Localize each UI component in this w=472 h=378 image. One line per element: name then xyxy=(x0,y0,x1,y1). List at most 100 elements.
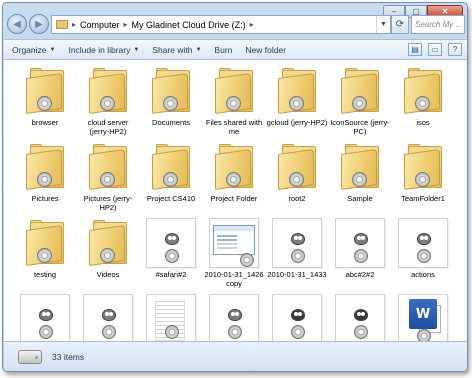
back-button[interactable]: ◀ xyxy=(7,14,27,34)
image-file-icon xyxy=(396,216,450,268)
address-bar[interactable]: ▸ Computer ▸ My Gladinet Cloud Drive (Z:… xyxy=(51,15,391,34)
folder-icon xyxy=(18,64,72,116)
view-controls: ▤ ▭ ? xyxy=(408,43,462,56)
address-row: – ▢ ✕ ◀ ▶ ▸ Computer ▸ My Gladinet Cloud… xyxy=(3,3,467,39)
folder-icon xyxy=(333,64,387,116)
cloud-disc-overlay-icon xyxy=(165,249,179,263)
folder-graphic xyxy=(341,144,381,190)
new-folder-button[interactable]: New folder xyxy=(245,45,286,55)
cloud-disc-overlay-icon xyxy=(291,249,305,263)
cloud-disc-overlay-icon xyxy=(352,96,367,111)
file-item[interactable] xyxy=(266,292,328,341)
address-history-dropdown[interactable]: ▼ xyxy=(376,16,390,33)
include-in-library-button[interactable]: Include in library ▼ xyxy=(68,45,139,55)
folder-item[interactable]: gcloud (jerry-HP2) xyxy=(266,64,328,138)
folder-item[interactable]: Pictures xyxy=(14,140,76,214)
folder-icon xyxy=(144,64,198,116)
item-label: browser xyxy=(31,118,59,127)
file-item[interactable]: abc#2#2 xyxy=(329,216,391,290)
item-label: Sample xyxy=(347,194,373,203)
search-box[interactable]: Search My ... ⚲ xyxy=(411,15,465,34)
folder-item[interactable]: Documents xyxy=(140,64,202,138)
breadcrumb-separator[interactable]: ▸ xyxy=(72,20,76,29)
breadcrumb-cloud-drive[interactable]: My Gladinet Cloud Drive (Z:) xyxy=(132,20,246,30)
file-item[interactable]: actions xyxy=(392,216,454,290)
folder-icon xyxy=(81,64,135,116)
folder-graphic xyxy=(89,144,129,190)
forward-arrow-icon: ▶ xyxy=(35,18,43,30)
cloud-disc-overlay-icon xyxy=(37,172,52,187)
status-bar: 33 items xyxy=(4,341,467,371)
folder-icon xyxy=(207,64,261,116)
cloud-disc-overlay-icon xyxy=(354,325,368,339)
file-item[interactable] xyxy=(77,292,139,341)
folder-item[interactable]: Videos xyxy=(77,216,139,290)
share-with-label: Share with xyxy=(152,44,193,55)
file-item[interactable]: #safari#2 xyxy=(140,216,202,290)
file-item[interactable]: 2010-01-31_1426 copy xyxy=(203,216,265,290)
share-with-button[interactable]: Share with ▼ xyxy=(152,45,201,55)
folder-item[interactable]: TeamFolder1 xyxy=(392,140,454,214)
folder-item[interactable]: isos xyxy=(392,64,454,138)
image-file-icon xyxy=(333,292,387,341)
file-view[interactable]: browser cloud server (jerry-HP2) Documents… xyxy=(4,60,467,341)
cloud-disc-overlay-icon xyxy=(37,96,52,111)
cloud-disc-overlay-icon xyxy=(289,172,304,187)
folder-graphic xyxy=(215,144,255,190)
folder-item[interactable]: Files shared with me xyxy=(203,64,265,138)
folder-item[interactable]: root2 xyxy=(266,140,328,214)
folder-icon xyxy=(18,216,72,268)
folder-icon xyxy=(333,140,387,192)
image-file-icon xyxy=(18,292,72,341)
item-label: abc#2#2 xyxy=(345,270,375,279)
file-item[interactable]: 2010-01-31_1433 xyxy=(266,216,328,290)
file-item[interactable] xyxy=(329,292,391,341)
folder-icon xyxy=(18,140,72,192)
cloud-disc-overlay-icon xyxy=(415,96,430,111)
file-item[interactable]: W xyxy=(392,292,454,341)
cloud-disc-overlay-icon xyxy=(291,325,305,339)
item-label: Videos xyxy=(96,270,120,279)
folder-item[interactable]: cloud server (jerry-HP2) xyxy=(77,64,139,138)
folder-graphic xyxy=(152,144,192,190)
file-item[interactable] xyxy=(140,292,202,341)
folder-graphic xyxy=(26,144,66,190)
chevron-down-icon: ▼ xyxy=(49,46,56,53)
item-label: TeamFolder1 xyxy=(401,194,445,203)
breadcrumb-separator[interactable]: ▸ xyxy=(250,20,254,29)
folder-graphic xyxy=(89,220,129,266)
file-item[interactable] xyxy=(14,292,76,341)
organize-button[interactable]: Organize ▼ xyxy=(12,45,55,55)
change-view-button[interactable]: ▤ xyxy=(408,43,422,56)
breadcrumb-computer[interactable]: Computer xyxy=(80,20,120,30)
folder-item[interactable]: Project Folder xyxy=(203,140,265,214)
forward-button[interactable]: ▶ xyxy=(29,14,49,34)
folder-item[interactable]: IconSource (jerry-PC) xyxy=(329,64,391,138)
cloud-disc-overlay-icon xyxy=(100,248,115,263)
folder-item[interactable]: Sample xyxy=(329,140,391,214)
refresh-button[interactable]: ⟳ xyxy=(391,15,409,34)
breadcrumb-separator[interactable]: ▸ xyxy=(124,20,128,29)
folder-item[interactable]: Pictures (jerry-HP2) xyxy=(77,140,139,214)
preview-pane-button[interactable]: ▭ xyxy=(428,43,442,56)
folder-icon xyxy=(81,140,135,192)
folder-item[interactable]: browser xyxy=(14,64,76,138)
folder-item[interactable]: testing xyxy=(14,216,76,290)
folder-icon xyxy=(270,64,324,116)
folder-graphic xyxy=(152,68,192,114)
explorer-window: – ▢ ✕ ◀ ▶ ▸ Computer ▸ My Gladinet Cloud… xyxy=(2,2,468,372)
cloud-disc-overlay-icon xyxy=(165,325,179,339)
item-label: isos xyxy=(416,118,430,127)
folder-graphic xyxy=(89,68,129,114)
item-count: 33 items xyxy=(52,352,85,362)
item-label: Documents xyxy=(152,118,190,127)
help-button[interactable]: ? xyxy=(448,43,462,56)
image-file-icon xyxy=(270,292,324,341)
file-item[interactable] xyxy=(203,292,265,341)
folder-item[interactable]: Project CS410 xyxy=(140,140,202,214)
image-file-icon xyxy=(333,216,387,268)
burn-button[interactable]: Burn xyxy=(214,45,232,55)
item-label: IconSource (jerry-PC) xyxy=(330,118,390,136)
cloud-disc-overlay-icon xyxy=(100,96,115,111)
search-icon: ⚲ xyxy=(464,20,465,29)
